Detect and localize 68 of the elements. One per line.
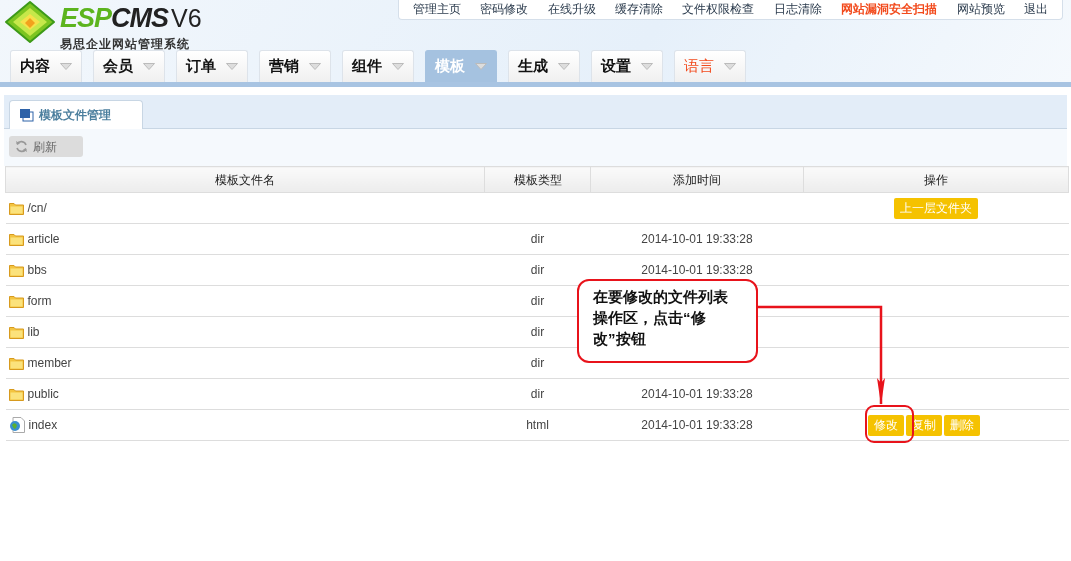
menu-tab[interactable]: 设置 xyxy=(591,50,663,82)
date-time: 2014-10-01 19:33:28 xyxy=(641,232,753,246)
file-name[interactable]: member xyxy=(27,354,72,372)
refresh-icon xyxy=(15,140,28,153)
column-header: 模板类型 xyxy=(484,166,591,193)
caret-icon xyxy=(475,63,487,70)
top-link[interactable]: 网站漏洞安全扫描 xyxy=(841,0,938,18)
caret-icon xyxy=(309,63,321,70)
column-header: 操作 xyxy=(803,166,1069,193)
folder-icon xyxy=(8,387,24,401)
windows-icon xyxy=(20,108,34,122)
logo-version: V6 xyxy=(171,3,202,34)
caret-icon xyxy=(392,63,404,70)
file-type: html xyxy=(526,418,549,432)
date-time: 2014-10-01 19:33:28 xyxy=(641,263,753,277)
file-name[interactable]: public xyxy=(27,385,59,403)
menu-tab[interactable]: 订单 xyxy=(176,50,248,82)
menu-tab[interactable]: 会员 xyxy=(93,50,165,82)
highlight-ring xyxy=(865,405,914,443)
top-link[interactable]: 网站预览 xyxy=(956,0,1005,18)
menu-tab[interactable]: 组件 xyxy=(342,50,414,82)
file-name[interactable]: article xyxy=(27,230,60,248)
file-type: dir xyxy=(530,263,545,277)
logo-brand: CMS xyxy=(111,3,169,33)
file-name[interactable]: form xyxy=(27,292,52,310)
caret-icon xyxy=(558,63,570,70)
caret-icon xyxy=(724,63,736,70)
logo-brand: ESP xyxy=(60,3,112,33)
folder-icon xyxy=(8,263,24,277)
top-link[interactable]: 退出 xyxy=(1024,0,1049,18)
caret-icon xyxy=(143,63,155,70)
logo-icon xyxy=(4,0,56,44)
column-header: 添加时间 xyxy=(590,166,804,193)
folder-icon xyxy=(8,325,24,339)
menu-tab[interactable]: 营销 xyxy=(259,50,331,82)
file-type: dir xyxy=(530,294,545,308)
file-name[interactable]: index xyxy=(28,416,58,434)
folder-icon xyxy=(8,201,24,215)
folder-icon xyxy=(8,232,24,246)
caret-icon xyxy=(641,63,653,70)
web-file-icon xyxy=(8,417,25,433)
callout-note: 在要修改的文件列表操作区，点击“修改”按钮 xyxy=(577,279,758,363)
folder-icon xyxy=(8,356,24,370)
top-link[interactable]: 缓存清除 xyxy=(615,0,664,18)
top-link[interactable]: 日志清除 xyxy=(773,0,822,18)
file-type: dir xyxy=(530,232,545,246)
caret-icon xyxy=(60,63,72,70)
menu-tab[interactable]: 语言 xyxy=(674,50,746,82)
refresh-button[interactable]: 刷新 xyxy=(9,136,83,157)
column-header: 模板文件名 xyxy=(5,166,485,193)
logo-subtitle: 易思企业网站管理系统 xyxy=(60,37,191,51)
file-type: dir xyxy=(530,325,545,339)
file-type: dir xyxy=(530,387,545,401)
top-link[interactable]: 在线升级 xyxy=(547,0,596,18)
panel-tab[interactable]: 模板文件管理 xyxy=(9,100,143,129)
date-time: 2014-10-01 19:33:28 xyxy=(641,418,753,432)
menu-tab[interactable]: 生成 xyxy=(508,50,580,82)
file-type: dir xyxy=(530,356,545,370)
file-name[interactable]: /cn/ xyxy=(27,199,47,217)
folder-icon xyxy=(8,294,24,308)
date-time: 2014-10-01 19:33:28 xyxy=(641,387,753,401)
top-link[interactable]: 文件权限检查 xyxy=(682,0,755,18)
file-name[interactable]: lib xyxy=(27,323,40,341)
caret-icon xyxy=(226,63,238,70)
menu-tab[interactable]: 内容 xyxy=(10,50,82,82)
top-link[interactable]: 密码修改 xyxy=(480,0,529,18)
file-name[interactable]: bbs xyxy=(27,261,47,279)
top-link[interactable]: 管理主页 xyxy=(412,0,461,18)
